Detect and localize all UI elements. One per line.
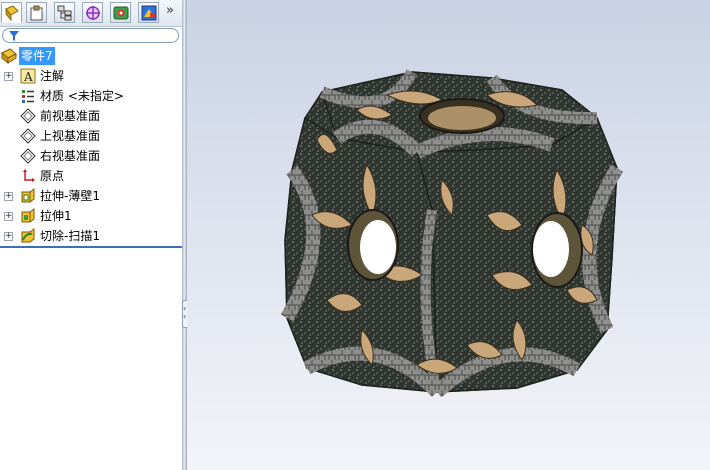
tree-item-label: 拉伸-薄壁1 [40, 189, 100, 203]
extrude-icon [21, 208, 35, 223]
annotations-icon: A [20, 68, 36, 84]
tree-item-top-plane[interactable]: 上视基准面 [0, 127, 182, 145]
material-icon [22, 90, 34, 103]
tree-item-cut-sweep[interactable]: + 切除-扫描1 [0, 227, 182, 245]
tree-item-label: 前视基准面 [40, 109, 101, 123]
tree-item-label: 拉伸1 [40, 209, 72, 223]
dimxpert-manager-icon [86, 6, 100, 20]
tree-item-extrude[interactable]: + 拉伸1 [0, 207, 182, 225]
expand-icon[interactable]: + [4, 192, 13, 201]
tree-item-label: 注解 [40, 69, 65, 83]
expand-icon[interactable]: + [4, 212, 13, 221]
tree-item-label: 切除-扫描1 [40, 229, 100, 243]
tree-item-right-plane[interactable]: 右视基准面 [0, 147, 182, 165]
manager-tab-bar: » [0, 0, 182, 27]
origin-icon [23, 169, 35, 182]
tree-root-part[interactable]: 零件7 [0, 47, 182, 65]
tree-root-label: 零件7 [19, 47, 55, 65]
rollback-bar[interactable] [0, 246, 182, 248]
expand-icon[interactable]: + [4, 232, 13, 241]
graphics-area[interactable] [187, 0, 710, 470]
display-manager-icon [113, 6, 129, 20]
tree-item-extrude-thin[interactable]: + 拉伸-薄壁1 [0, 187, 182, 205]
tree-item-origin[interactable]: 原点 [0, 167, 182, 185]
plane-icon [20, 148, 36, 164]
expand-icon[interactable]: + [4, 72, 13, 81]
tree-item-label: 上视基准面 [40, 129, 101, 143]
tree-item-label: 右视基准面 [40, 149, 101, 163]
plane-icon [20, 128, 36, 144]
more-tabs-button[interactable]: » [166, 3, 174, 18]
dimxpert-manager-tab[interactable] [82, 2, 103, 23]
feature-manager-icon [5, 5, 19, 21]
plane-icon [20, 108, 36, 124]
property-manager-tab[interactable] [26, 2, 47, 23]
part-icon [1, 48, 17, 64]
feature-manager-tab[interactable] [1, 2, 22, 23]
configuration-manager-tab[interactable] [54, 2, 75, 23]
cam-manager-tab[interactable] [138, 2, 159, 23]
extrude-thin-icon [21, 188, 35, 203]
feature-manager-panel: » 零件7 + A 注解 材质 <未指定> 前视基准面 上视基准面 右视基准面 … [0, 0, 182, 470]
tree-item-label: 原点 [40, 169, 65, 183]
svg-text:A: A [23, 70, 33, 84]
filter-icon [9, 31, 19, 41]
tree-filter-input[interactable] [2, 28, 179, 43]
tree-item-label: 材质 <未指定> [40, 89, 124, 103]
part-model[interactable] [187, 0, 710, 470]
cam-manager-icon [141, 5, 157, 21]
tree-item-material[interactable]: 材质 <未指定> [0, 87, 182, 105]
display-manager-tab[interactable] [110, 2, 131, 23]
tree-item-annotations[interactable]: + A 注解 [0, 67, 182, 85]
configuration-manager-icon [57, 5, 72, 21]
dodecahedron-body [280, 68, 623, 398]
tree-item-front-plane[interactable]: 前视基准面 [0, 107, 182, 125]
cut-sweep-icon [21, 228, 35, 243]
property-manager-icon [30, 5, 43, 21]
